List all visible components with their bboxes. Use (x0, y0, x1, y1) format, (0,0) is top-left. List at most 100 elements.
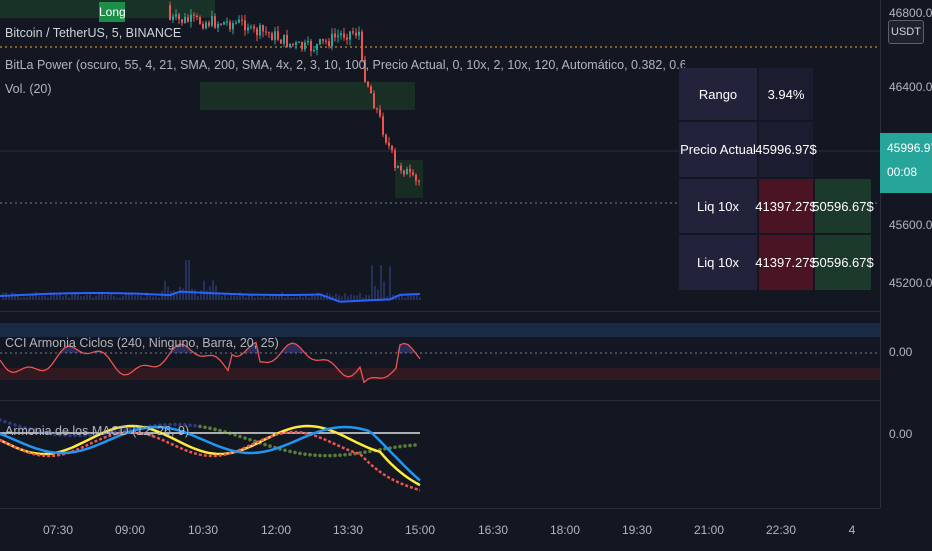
current-price-marker: 45996.97 00:08 (880, 133, 932, 193)
volume-bar (44, 296, 46, 300)
volume-bar (20, 297, 22, 300)
indicator-legend-cci[interactable]: CCI Armonia Ciclos (240, Ninguno, Barra,… (5, 336, 279, 350)
price-label-top: 46800.00 (889, 6, 932, 20)
time-scale[interactable]: 07:30 09:00 10:30 12:00 13:30 15:00 16:3… (0, 508, 880, 551)
volume-bar (155, 296, 157, 300)
candle-body (376, 108, 378, 110)
volume-bar (221, 296, 223, 300)
volume-bar (182, 288, 184, 300)
table-liq-high-1: 50596.67$ (812, 179, 874, 233)
candle-body (301, 41, 303, 50)
cci-zero-label: 0.00 (889, 345, 913, 359)
macd-dot (268, 444, 272, 448)
candle-body (292, 43, 294, 45)
candle-body (172, 16, 174, 20)
macd-dot (0, 418, 2, 422)
volume-bar (284, 297, 286, 300)
volume-bar (233, 295, 235, 300)
volume-bar (95, 295, 97, 300)
macd-dot (238, 434, 242, 439)
candle-body (175, 14, 177, 17)
table-label-liq-2: Liq 10x (679, 235, 757, 290)
candle-body (199, 16, 201, 24)
candle-body (220, 23, 222, 25)
candle-body (313, 50, 315, 52)
candle-body (346, 37, 348, 40)
candle-body (241, 19, 243, 21)
volume-bar (119, 297, 121, 300)
indicator-legend-bitla[interactable]: BitLa Power (oscuro, 55, 4, 21, SMA, 200… (5, 58, 685, 72)
cci-lower-band (0, 368, 880, 380)
volume-bar (185, 260, 187, 300)
volume-bar (104, 294, 106, 300)
volume-bar (203, 280, 205, 300)
candle-body (190, 14, 192, 22)
time-label: 13:30 (332, 523, 364, 537)
volume-bar (371, 265, 373, 300)
candle-body (307, 41, 309, 43)
volume-bar (92, 297, 94, 300)
candle-body (373, 93, 375, 109)
volume-bar (263, 296, 265, 300)
candle-body (319, 39, 321, 45)
volume-bar (365, 295, 367, 300)
symbol-title[interactable]: Bitcoin / TetherUS, 5, BINANCE (5, 26, 181, 40)
macd-dot (298, 451, 302, 456)
price-label-45200: 45200.00 (889, 276, 932, 290)
pane-divider-cci[interactable] (0, 311, 932, 312)
table-label-rango: Rango (679, 68, 757, 120)
volume-bar (17, 295, 19, 300)
indicator-legend-volume[interactable]: Vol. (20) (5, 82, 52, 96)
price-label-46400: 46400.00 (889, 80, 932, 94)
price-scale[interactable]: 46800.00 46400.00 45600.00 45200.00 0.00… (880, 0, 932, 508)
candle-body (382, 116, 384, 135)
candle-body (289, 43, 291, 47)
volume-bar (212, 280, 214, 300)
volume-bar (71, 293, 73, 300)
currency-badge[interactable]: USDT (888, 20, 924, 44)
candle-body (193, 14, 195, 16)
macd-dot (398, 444, 402, 449)
candle-body (244, 20, 246, 31)
macd-dot (3, 419, 7, 424)
volume-bar (200, 290, 202, 300)
candle-body (238, 19, 240, 23)
macd-dot (348, 452, 352, 457)
volume-bar (113, 295, 115, 300)
volume-bar (257, 296, 259, 300)
volume-bar (98, 293, 100, 300)
volume-bar (356, 295, 358, 300)
candle-body (361, 31, 363, 60)
chart-area[interactable]: Long Bitcoin / TetherUS, 5, BINANCE BitL… (0, 0, 880, 508)
macd-dot (243, 436, 247, 440)
candle-body (181, 19, 183, 23)
time-label: 09:00 (114, 523, 146, 537)
volume-bar (224, 294, 226, 300)
macd-dot (323, 453, 327, 458)
time-label: 18:00 (549, 523, 581, 537)
pane-divider-macd[interactable] (0, 400, 932, 401)
candle-body (328, 41, 330, 47)
candle-body (379, 109, 381, 117)
volume-bar (152, 296, 154, 300)
macd-dot (413, 443, 417, 447)
support-zone-band (200, 82, 415, 110)
volume-bar (197, 296, 199, 300)
volume-bar (140, 295, 142, 300)
candle-body (256, 28, 258, 36)
candle-body (274, 31, 276, 41)
macd-dot (283, 448, 287, 453)
volume-bar (179, 286, 181, 300)
volume-bar (350, 294, 352, 300)
volume-bar (68, 297, 70, 300)
indicator-legend-macd[interactable]: Armonia de los MACD (12, 26, 9) (5, 424, 189, 438)
volume-bar (149, 295, 151, 300)
candle-body (355, 32, 357, 36)
macd-dot (408, 443, 412, 448)
candle-body (391, 145, 393, 151)
candle-body (229, 21, 231, 30)
volume-bar (254, 297, 256, 300)
volume-bar (236, 296, 238, 300)
volume-bar (293, 297, 295, 300)
volume-bar (383, 281, 385, 300)
